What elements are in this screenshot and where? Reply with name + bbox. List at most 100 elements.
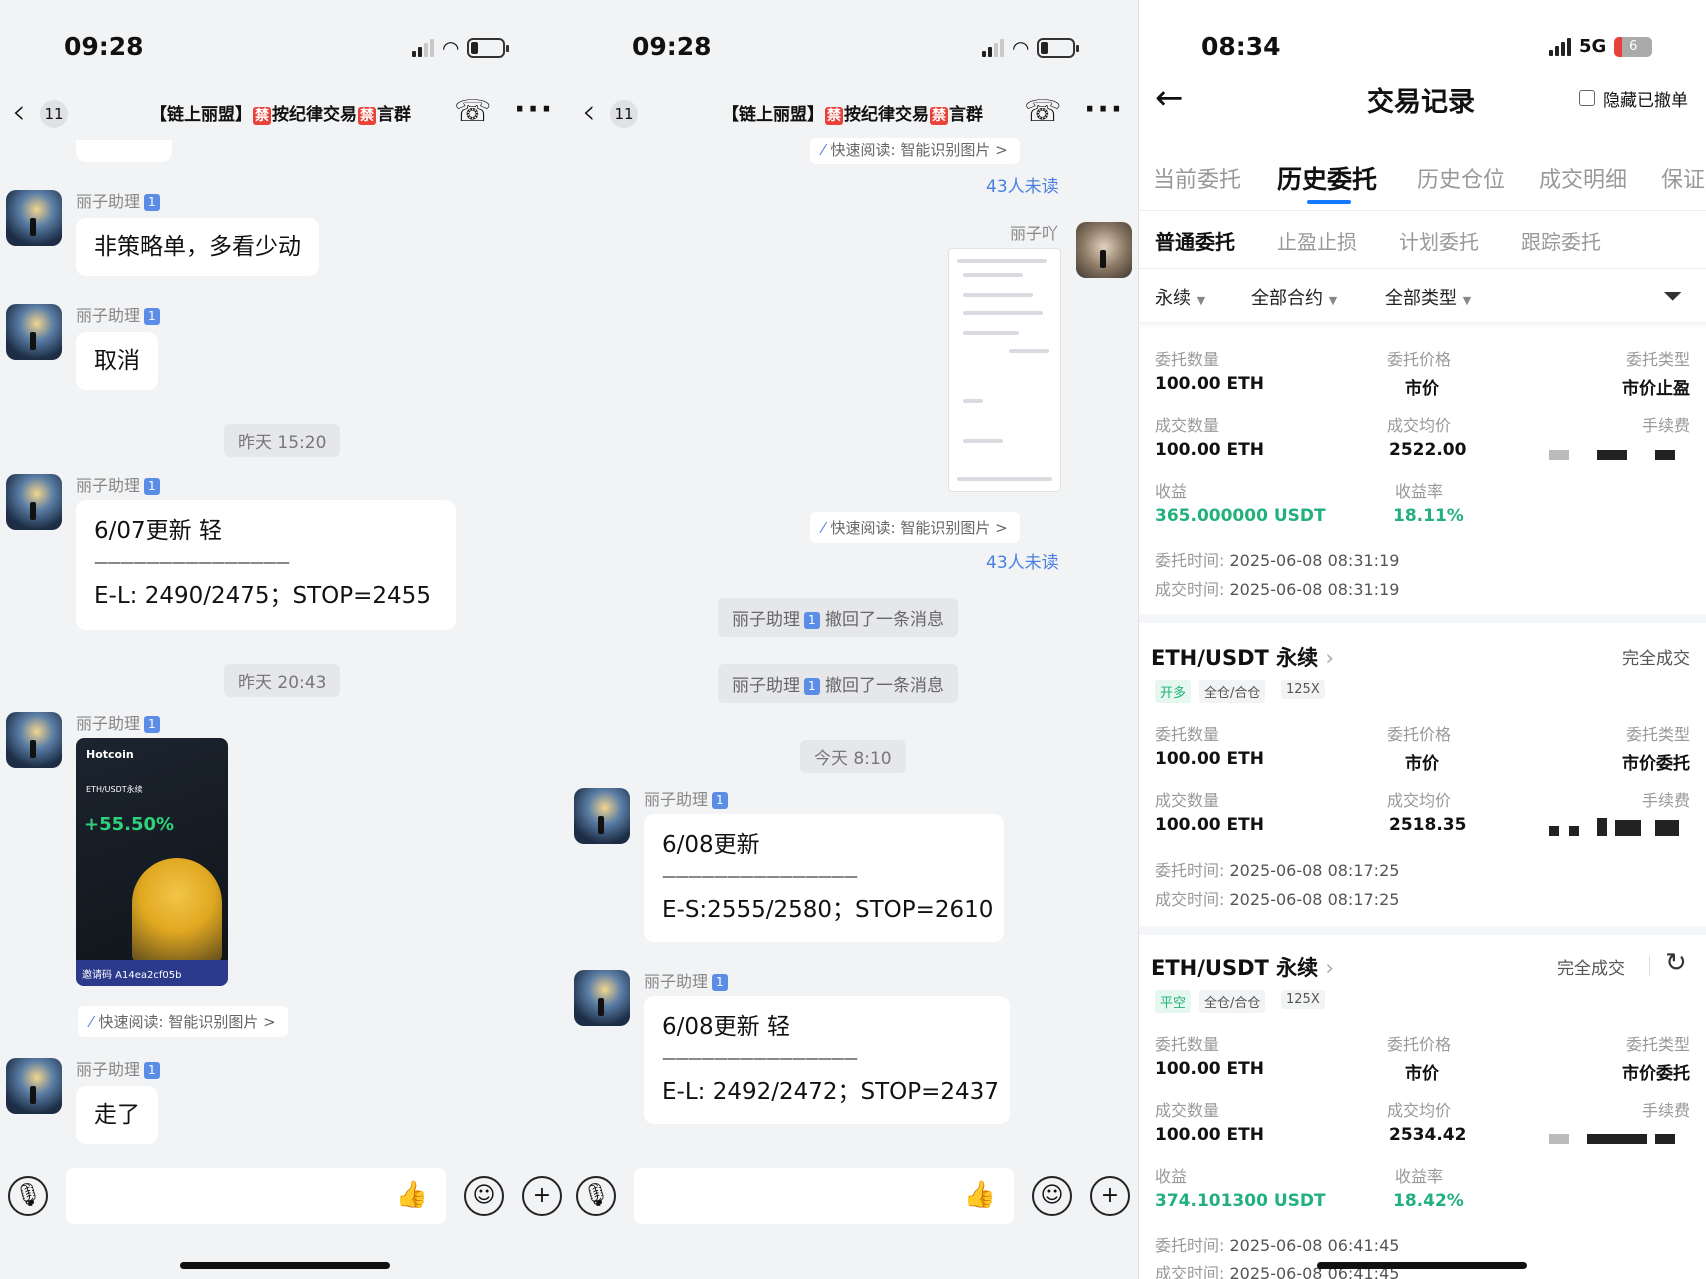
battery-icon: 6 <box>1614 36 1653 57</box>
tab-current-orders[interactable]: 当前委托 <box>1153 162 1241 194</box>
status-icons: ◠ <box>412 36 510 60</box>
group-title[interactable]: 【链上丽盟】禁按纪律交易禁言群 <box>150 100 411 125</box>
group-title[interactable]: 【链上丽盟】禁按纪律交易禁言群 <box>722 100 983 125</box>
battery-icon <box>467 38 510 58</box>
caret-down-icon: ▼ <box>1328 294 1338 307</box>
caret-down-icon: ▼ <box>1462 294 1472 307</box>
thumbs-up-icon[interactable]: 👍 <box>396 1180 428 1210</box>
back-arrow-icon[interactable]: ← <box>1155 78 1184 118</box>
more-icon[interactable]: ··· <box>514 92 554 128</box>
message-bubble[interactable]: 6/08更新 ——————————————— E-S:2555/2580；STO… <box>644 814 1004 942</box>
sender-name: 丽子助理 1 <box>76 188 160 212</box>
back-icon[interactable]: ‹ <box>582 92 596 132</box>
avatar[interactable] <box>1076 222 1132 278</box>
network-label: 5G <box>1579 36 1607 57</box>
sender-name: 丽子助理 1 <box>76 1056 160 1080</box>
divider <box>1139 268 1706 269</box>
tab-position-history[interactable]: 历史仓位 <box>1417 162 1505 194</box>
recall-notice: 丽子助理 1 撤回了一条消息 <box>718 664 959 703</box>
sender-name: 丽子助理 1 <box>76 472 160 496</box>
leverage-tag: 125X <box>1281 680 1325 699</box>
unread-readers[interactable]: 43人未读 <box>986 172 1059 197</box>
image-message[interactable]: Hotcoin ETH/USDT永续 +55.50% 邀请码 A14ea2cf0… <box>76 738 228 986</box>
message-input[interactable]: 👍 <box>634 1168 1014 1224</box>
margin-tag: 全仓/合仓 <box>1199 680 1266 703</box>
trade-records-panel: 08:34 5G 6 ← 交易记录 隐藏已撤单 当前委托 历史委托 历史仓位 成… <box>1138 0 1706 1279</box>
recall-notice: 丽子助理 1 撤回了一条消息 <box>718 598 959 637</box>
sender-name: 丽子助理 1 <box>644 786 728 810</box>
chevron-right-icon: › <box>1325 956 1334 980</box>
filter-funnel-icon[interactable]: ⏷ <box>1663 282 1682 310</box>
message-input[interactable]: 👍 <box>66 1168 446 1224</box>
tab-margin[interactable]: 保证 <box>1661 162 1705 194</box>
pair-title[interactable]: ETH/USDT 永续 › <box>1151 952 1334 982</box>
filter-contract[interactable]: 全部合约 ▼ <box>1251 284 1337 310</box>
hide-cancelled-checkbox[interactable] <box>1579 90 1595 106</box>
screenshot-image-message[interactable] <box>948 248 1061 492</box>
plus-icon[interactable]: + <box>1090 1176 1130 1216</box>
filter-type[interactable]: 全部类型 ▼ <box>1385 284 1471 310</box>
signal-icon <box>412 39 434 57</box>
avatar[interactable] <box>6 712 62 768</box>
message-bubble[interactable]: 6/08更新 轻 ——————————————— E-L: 2492/2472；… <box>644 996 1010 1124</box>
status-icons: ◠ <box>982 36 1080 60</box>
sender-name: 丽子吖 <box>1010 224 1059 243</box>
message-bubble[interactable]: 取消 <box>76 332 158 390</box>
status-icons: 5G 6 <box>1549 36 1653 57</box>
magic-wand-icon: ⁄ <box>90 1013 93 1031</box>
ai-quick-read[interactable]: ⁄ 快速阅读: 智能识别图片 > <box>810 138 1020 164</box>
input-bar: 🎙 👍 ☺ + <box>570 1160 1138 1230</box>
avatar[interactable] <box>574 970 630 1026</box>
avatar[interactable] <box>574 788 630 844</box>
page-title: 交易记录 <box>1367 87 1475 118</box>
wifi-icon: ◠ <box>1012 36 1030 60</box>
unread-count[interactable]: 11 <box>610 100 638 128</box>
unread-count[interactable]: 11 <box>40 100 68 128</box>
leverage-tag: 125X <box>1281 990 1325 1009</box>
subtab-normal[interactable]: 普通委托 <box>1155 226 1235 255</box>
message-bubble[interactable]: 非策略单，多看少动 <box>76 218 319 276</box>
voice-icon[interactable]: 🎙 <box>8 1176 48 1216</box>
plus-icon[interactable]: + <box>522 1176 562 1216</box>
sender-name: 丽子助理 1 <box>76 302 160 326</box>
chat-panel-2: 09:28 ◠ ‹ 11 【链上丽盟】禁按纪律交易禁言群 ☏ ··· ⁄ 快速阅读… <box>570 0 1138 1279</box>
signal-icon <box>982 39 1004 57</box>
avatar[interactable] <box>6 304 62 360</box>
sender-name: 丽子助理 1 <box>76 710 160 734</box>
phone-call-icon[interactable]: ☏ <box>1024 94 1062 129</box>
avatar[interactable] <box>6 190 62 246</box>
status-badge: 完全成交 <box>1557 959 1625 979</box>
tab-order-history[interactable]: 历史委托 <box>1277 160 1377 196</box>
voice-icon[interactable]: 🎙 <box>576 1176 616 1216</box>
divider <box>1139 926 1706 935</box>
signal-icon <box>1549 37 1571 56</box>
message-bubble[interactable]: 6/07更新 轻 ——————————————— E-L: 2490/2475；… <box>76 500 456 630</box>
divider <box>1139 322 1706 328</box>
subtab-trailing[interactable]: 跟踪委托 <box>1521 226 1601 255</box>
hide-cancelled-label[interactable]: 隐藏已撤单 <box>1603 86 1688 111</box>
status-time: 08:34 <box>1201 32 1281 61</box>
message-bubble[interactable]: 走了 <box>76 1086 158 1144</box>
share-icon[interactable]: ↻ <box>1665 948 1687 978</box>
pair-title[interactable]: ETH/USDT 永续 › <box>1151 642 1334 672</box>
emoji-icon[interactable]: ☺ <box>464 1176 504 1216</box>
avatar[interactable] <box>6 1058 62 1114</box>
filter-perpetual[interactable]: 永续 ▼ <box>1155 284 1205 310</box>
home-indicator <box>1317 1262 1527 1269</box>
ai-quick-read[interactable]: ⁄ 快速阅读: 智能识别图片 > <box>810 512 1020 543</box>
subtab-plan[interactable]: 计划委托 <box>1399 226 1479 255</box>
thumbs-up-icon[interactable]: 👍 <box>964 1180 996 1210</box>
subtab-tp-sl[interactable]: 止盈止损 <box>1277 226 1357 255</box>
more-icon[interactable]: ··· <box>1084 92 1124 128</box>
unread-readers[interactable]: 43人未读 <box>986 548 1059 573</box>
back-icon[interactable]: ‹ <box>12 92 26 132</box>
tab-trade-details[interactable]: 成交明细 <box>1539 162 1627 194</box>
phone-call-icon[interactable]: ☏ <box>454 94 492 129</box>
hotcoin-logo: Hotcoin <box>86 748 134 761</box>
timestamp: 今天 8:10 <box>800 740 906 773</box>
emoji-icon[interactable]: ☺ <box>1032 1176 1072 1216</box>
ai-quick-read[interactable]: ⁄ 快速阅读: 智能识别图片 > <box>78 1006 288 1037</box>
caret-down-icon: ▼ <box>1196 294 1206 307</box>
timestamp: 昨天 15:20 <box>224 424 341 457</box>
avatar[interactable] <box>6 474 62 530</box>
